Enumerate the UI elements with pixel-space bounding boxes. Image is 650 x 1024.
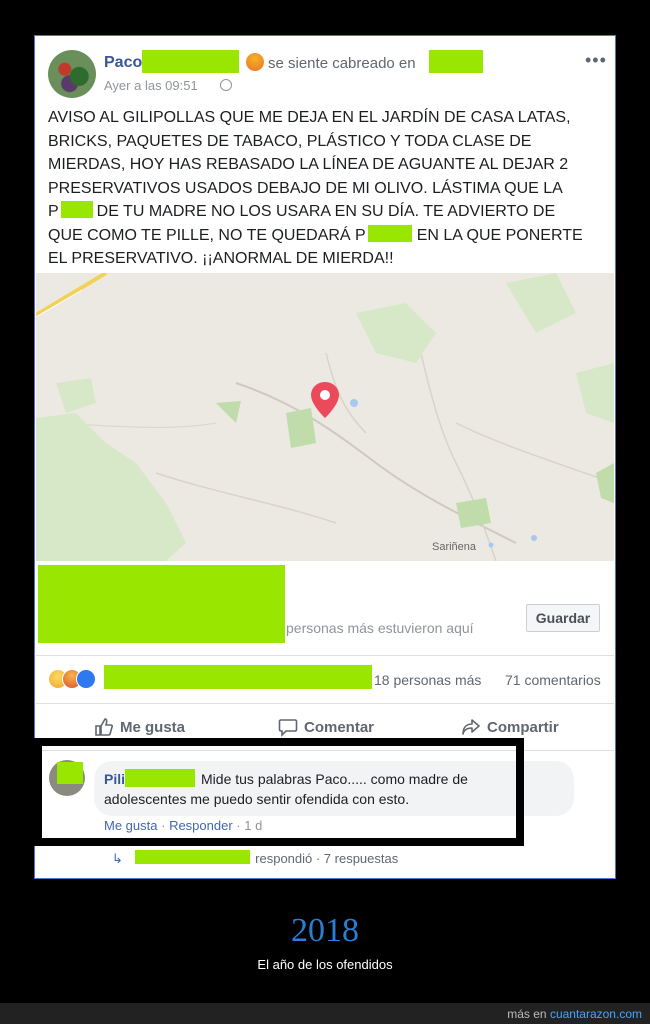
post-line: QUE COMO TE PILLE, NO TE QUEDARÁ P EN LA … xyxy=(48,224,583,244)
comments-count[interactable]: 71 comentarios xyxy=(505,672,601,688)
author-avatar[interactable] xyxy=(48,50,96,98)
footer-site-link[interactable]: cuantarazon.com xyxy=(550,1007,642,1021)
globe-icon xyxy=(220,79,232,91)
post-line: MIERDAS, HOY HAS REBASADO LA LÍNEA DE AG… xyxy=(48,156,569,173)
angry-emoji-icon xyxy=(246,53,264,71)
like-button[interactable]: Me gusta xyxy=(94,717,185,737)
comment-button[interactable]: Comentar xyxy=(278,717,374,737)
like-label: Me gusta xyxy=(120,718,186,736)
redacted-location-info xyxy=(38,565,285,643)
post-line: BRICKS, PAQUETES DE TABACO, PLÁSTICO Y T… xyxy=(48,132,532,150)
post-line: AVISO AL GILIPOLLAS QUE ME DEJA EN EL JA… xyxy=(48,109,571,126)
replies-text: respondió · 7 respuestas xyxy=(255,851,399,866)
share-label: Compartir xyxy=(487,718,559,736)
comment-icon xyxy=(278,719,298,737)
save-button[interactable]: Guardar xyxy=(526,604,600,632)
post-body: AVISO AL GILIPOLLAS QUE ME DEJA EN EL JA… xyxy=(48,106,593,271)
post-line: PRESERVATIVOS USADOS DEBAJO DE MI OLIVO.… xyxy=(48,179,563,197)
footer-prefix: más en xyxy=(507,1007,547,1021)
comment-label: Comentar xyxy=(304,718,375,736)
replies-link[interactable]: ↳ respondió · 7 respuestas xyxy=(112,850,398,867)
caption-year: 2018 xyxy=(291,912,359,949)
post-line: EL PRESERVATIVO. ¡¡ANORMAL DE MIERDA!! xyxy=(48,250,394,267)
footer-credit: más en cuantarazon.com xyxy=(507,1007,642,1021)
caption-subtitle: El año de los ofendidos xyxy=(257,957,393,972)
like-reaction-icon xyxy=(76,669,96,689)
map-town-label: Sariñena xyxy=(432,541,477,553)
redacted-name xyxy=(142,50,239,73)
divider xyxy=(36,655,614,656)
redacted-place xyxy=(429,50,483,73)
author-name[interactable]: Paco xyxy=(104,54,142,72)
thumbs-up-icon xyxy=(95,718,113,736)
more-options-icon[interactable]: ••• xyxy=(585,50,607,71)
post-timestamp[interactable]: Ayer a las 09:51 xyxy=(104,78,198,93)
post-line: P DE TU MADRE NO LOS USARA EN SU DÍA. TE … xyxy=(48,201,556,220)
feeling-text: se siente cabreado en xyxy=(268,55,416,72)
reactions-count[interactable]: 18 personas más xyxy=(374,672,481,688)
redacted-reactors xyxy=(104,665,372,689)
redacted-replier xyxy=(134,850,250,864)
location-visitors-text: personas más estuvieron aquí xyxy=(286,620,474,636)
share-icon xyxy=(462,719,480,735)
highlight-frame xyxy=(34,738,524,846)
divider xyxy=(36,703,614,704)
reply-arrow-icon: ↳ xyxy=(112,851,123,866)
location-pin-icon xyxy=(311,382,339,418)
share-button[interactable]: Compartir xyxy=(461,717,559,737)
